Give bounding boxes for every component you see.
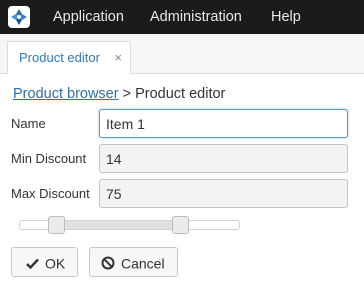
ban-icon [101, 256, 115, 270]
name-label: Name [11, 116, 46, 131]
app-logo-icon [8, 6, 30, 28]
cancel-button-label: Cancel [121, 255, 165, 272]
min-discount-input[interactable] [99, 144, 348, 173]
menu-item-application[interactable]: Application [53, 0, 124, 34]
cancel-button[interactable]: Cancel [89, 247, 178, 277]
discount-range-slider[interactable] [19, 216, 240, 234]
menu-item-help[interactable]: Help [271, 0, 301, 34]
top-menu-bar: Application Administration Help [0, 0, 364, 34]
slider-handle-max[interactable] [171, 216, 189, 234]
ok-button[interactable]: OK [11, 247, 78, 277]
ok-button-label: OK [45, 255, 66, 272]
slider-handle-min[interactable] [48, 216, 66, 234]
max-discount-label: Max Discount [11, 186, 90, 201]
max-discount-input[interactable] [99, 179, 348, 208]
breadcrumb-link-product-browser[interactable]: Product browser [13, 86, 119, 102]
tab-product-editor[interactable]: Product editor × [7, 41, 131, 74]
name-input[interactable] [99, 109, 348, 138]
slider-selected-range [56, 221, 180, 229]
checkmark-icon [26, 258, 39, 269]
tab-bar: Product editor × [0, 34, 364, 74]
close-icon[interactable]: × [114, 42, 122, 73]
min-discount-label: Min Discount [11, 151, 87, 166]
breadcrumb-current: Product editor [135, 86, 226, 102]
tab-label: Product editor [19, 50, 100, 65]
breadcrumb-separator: > [122, 86, 132, 102]
menu-item-administration[interactable]: Administration [150, 0, 242, 34]
breadcrumb: Product browser > Product editor [13, 84, 225, 104]
